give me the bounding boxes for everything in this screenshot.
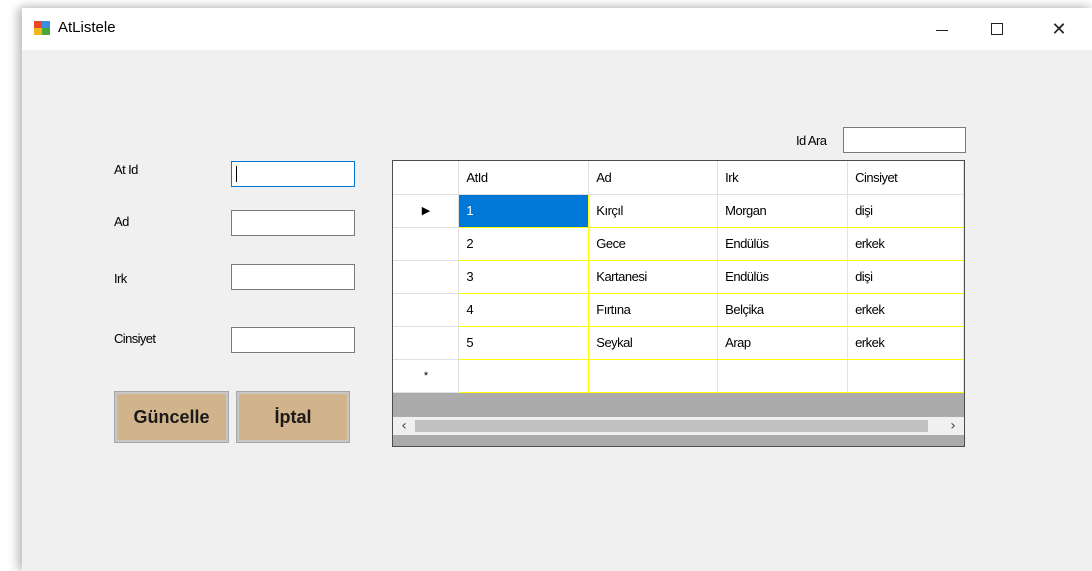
new-row-indicator[interactable]: *: [393, 359, 460, 393]
maximize-icon: [991, 23, 1003, 35]
table-cell[interactable]: Endülüs: [717, 227, 849, 261]
table-row[interactable]: 3 Kartanesi Endülüs dişi: [393, 260, 964, 294]
title-bar[interactable]: AtListele ✕: [22, 8, 1092, 50]
minimize-icon: [936, 29, 948, 31]
id-ara-label: Id Ara: [796, 133, 827, 148]
id-ara-field[interactable]: [843, 127, 966, 153]
chevron-right-icon[interactable]: ›: [944, 417, 962, 435]
column-header-cinsiyet[interactable]: Cinsiyet: [847, 161, 964, 195]
table-row[interactable]: 4 Fırtına Belçika erkek: [393, 293, 964, 327]
row-header[interactable]: [393, 326, 460, 360]
app-window-icon: [34, 21, 50, 35]
table-cell[interactable]: erkek: [847, 227, 964, 261]
table-cell[interactable]: 2: [458, 227, 590, 261]
cinsiyet-label: Cinsiyet: [114, 331, 156, 346]
maximize-button[interactable]: [974, 8, 1020, 50]
table-cell[interactable]: erkek: [847, 293, 964, 327]
at-id-label: At Id: [114, 162, 138, 177]
irk-field[interactable]: [231, 264, 355, 290]
irk-label: Irk: [114, 271, 127, 286]
table-row[interactable]: ▶ 1 Kırçıl Morgan dişi: [393, 194, 964, 228]
header-row: AtId Ad Irk Cinsiyet: [393, 161, 964, 195]
guncelle-button[interactable]: Güncelle: [114, 391, 229, 443]
horizontal-scrollbar[interactable]: ‹ ›: [393, 417, 964, 435]
table-cell[interactable]: Fırtına: [588, 293, 719, 327]
corner-header: [393, 161, 460, 195]
table-cell[interactable]: [847, 359, 964, 393]
current-row-indicator[interactable]: ▶: [393, 194, 460, 228]
row-header[interactable]: [393, 260, 460, 294]
table-cell[interactable]: dişi: [847, 260, 964, 294]
table-cell[interactable]: dişi: [847, 194, 964, 228]
table-cell[interactable]: Endülüs: [717, 260, 849, 294]
window-title: AtListele: [58, 19, 116, 36]
table-cell[interactable]: 3: [458, 260, 590, 294]
column-header-ad[interactable]: Ad: [588, 161, 719, 195]
table-cell[interactable]: Kırçıl: [588, 194, 719, 228]
ad-label: Ad: [114, 214, 129, 229]
table-cell[interactable]: Arap: [717, 326, 849, 360]
close-button[interactable]: ✕: [1036, 8, 1082, 50]
table-cell[interactable]: [458, 359, 590, 393]
table-cell[interactable]: 4: [458, 293, 590, 327]
table-cell[interactable]: [717, 359, 849, 393]
table-cell[interactable]: erkek: [847, 326, 964, 360]
at-id-field[interactable]: [231, 161, 355, 187]
table-row[interactable]: 2 Gece Endülüs erkek: [393, 227, 964, 261]
table-cell[interactable]: Belçika: [717, 293, 849, 327]
iptal-button[interactable]: İptal: [236, 391, 350, 443]
table-cell[interactable]: Morgan: [717, 194, 849, 228]
table-cell[interactable]: [588, 359, 719, 393]
table-cell[interactable]: 5: [458, 326, 590, 360]
column-header-atid[interactable]: AtId: [458, 161, 590, 195]
chevron-left-icon[interactable]: ‹: [395, 417, 413, 435]
row-header[interactable]: [393, 293, 460, 327]
column-header-irk[interactable]: Irk: [717, 161, 849, 195]
new-row[interactable]: *: [393, 359, 964, 393]
table-row[interactable]: 5 Seykal Arap erkek: [393, 326, 964, 360]
scrollbar-thumb[interactable]: [415, 420, 928, 432]
ad-field[interactable]: [231, 210, 355, 236]
minimize-button[interactable]: [919, 8, 965, 50]
table-cell[interactable]: Gece: [588, 227, 719, 261]
table-cell[interactable]: Seykal: [588, 326, 719, 360]
row-header[interactable]: [393, 227, 460, 261]
window: AtListele ✕ At Id Ad Irk Cinsiyet Güncel…: [22, 8, 1092, 571]
table-cell[interactable]: 1: [458, 194, 590, 228]
data-grid[interactable]: AtId Ad Irk Cinsiyet ▶ 1 Kırçıl Morgan d…: [392, 160, 965, 447]
text-caret: [236, 166, 237, 182]
grid-empty-area: [393, 435, 964, 446]
table-cell[interactable]: Kartanesi: [588, 260, 719, 294]
grid-table: AtId Ad Irk Cinsiyet ▶ 1 Kırçıl Morgan d…: [393, 161, 964, 393]
cinsiyet-field[interactable]: [231, 327, 355, 353]
close-icon: ✕: [1051, 18, 1067, 40]
